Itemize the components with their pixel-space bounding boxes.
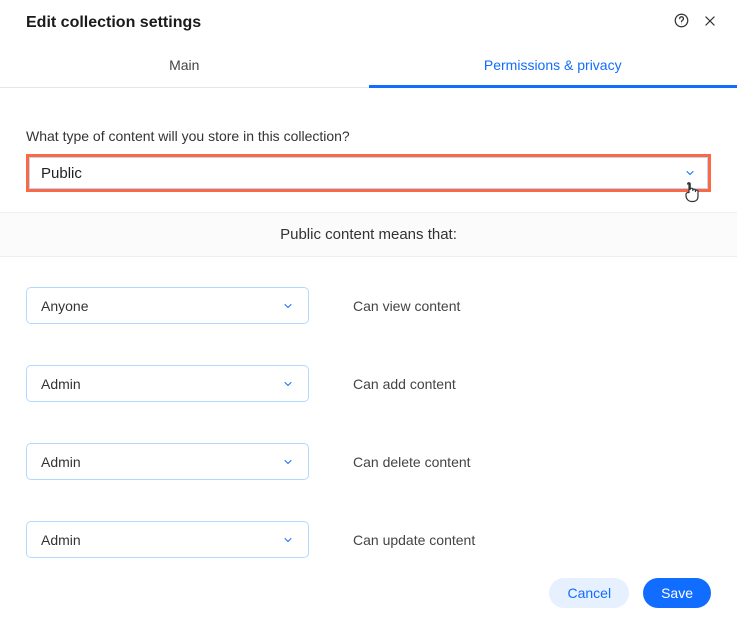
permission-update-value: Admin bbox=[41, 532, 81, 548]
permission-row: Admin Can delete content bbox=[26, 443, 711, 480]
modal-header: Edit collection settings bbox=[0, 0, 737, 43]
chevron-down-icon bbox=[282, 534, 294, 546]
permission-delete-select[interactable]: Admin bbox=[26, 443, 309, 480]
permission-view-label: Can view content bbox=[353, 298, 460, 314]
tabs: Main Permissions & privacy bbox=[0, 43, 737, 88]
tab-permissions[interactable]: Permissions & privacy bbox=[369, 43, 737, 87]
permission-update-label: Can update content bbox=[353, 532, 475, 548]
cancel-button[interactable]: Cancel bbox=[549, 578, 629, 608]
permission-add-label: Can add content bbox=[353, 376, 456, 392]
permission-row: Admin Can add content bbox=[26, 365, 711, 402]
permissions-list: Anyone Can view content Admin Can add co… bbox=[0, 257, 737, 609]
help-icon[interactable] bbox=[674, 13, 689, 33]
chevron-down-icon bbox=[282, 456, 294, 468]
permission-update-select[interactable]: Admin bbox=[26, 521, 309, 558]
tab-main[interactable]: Main bbox=[0, 43, 369, 87]
permission-add-value: Admin bbox=[41, 376, 81, 392]
chevron-down-icon bbox=[282, 378, 294, 390]
footer-buttons: Cancel Save bbox=[549, 578, 711, 608]
content-type-explain-banner: Public content means that: bbox=[0, 212, 737, 257]
permission-row: Anyone Can view content bbox=[26, 287, 711, 324]
permission-delete-label: Can delete content bbox=[353, 454, 471, 470]
permission-view-select[interactable]: Anyone bbox=[26, 287, 309, 324]
content-type-select[interactable]: Public bbox=[26, 154, 711, 192]
permission-view-value: Anyone bbox=[41, 298, 88, 314]
permission-row: Admin Can update content bbox=[26, 521, 711, 558]
chevron-down-icon bbox=[282, 300, 294, 312]
permission-delete-value: Admin bbox=[41, 454, 81, 470]
content-type-question: What type of content will you store in t… bbox=[26, 128, 711, 144]
save-button[interactable]: Save bbox=[643, 578, 711, 608]
modal-title: Edit collection settings bbox=[26, 14, 201, 32]
content-area: What type of content will you store in t… bbox=[0, 88, 737, 192]
header-icons bbox=[674, 13, 717, 33]
close-icon[interactable] bbox=[703, 14, 717, 33]
permission-add-select[interactable]: Admin bbox=[26, 365, 309, 402]
